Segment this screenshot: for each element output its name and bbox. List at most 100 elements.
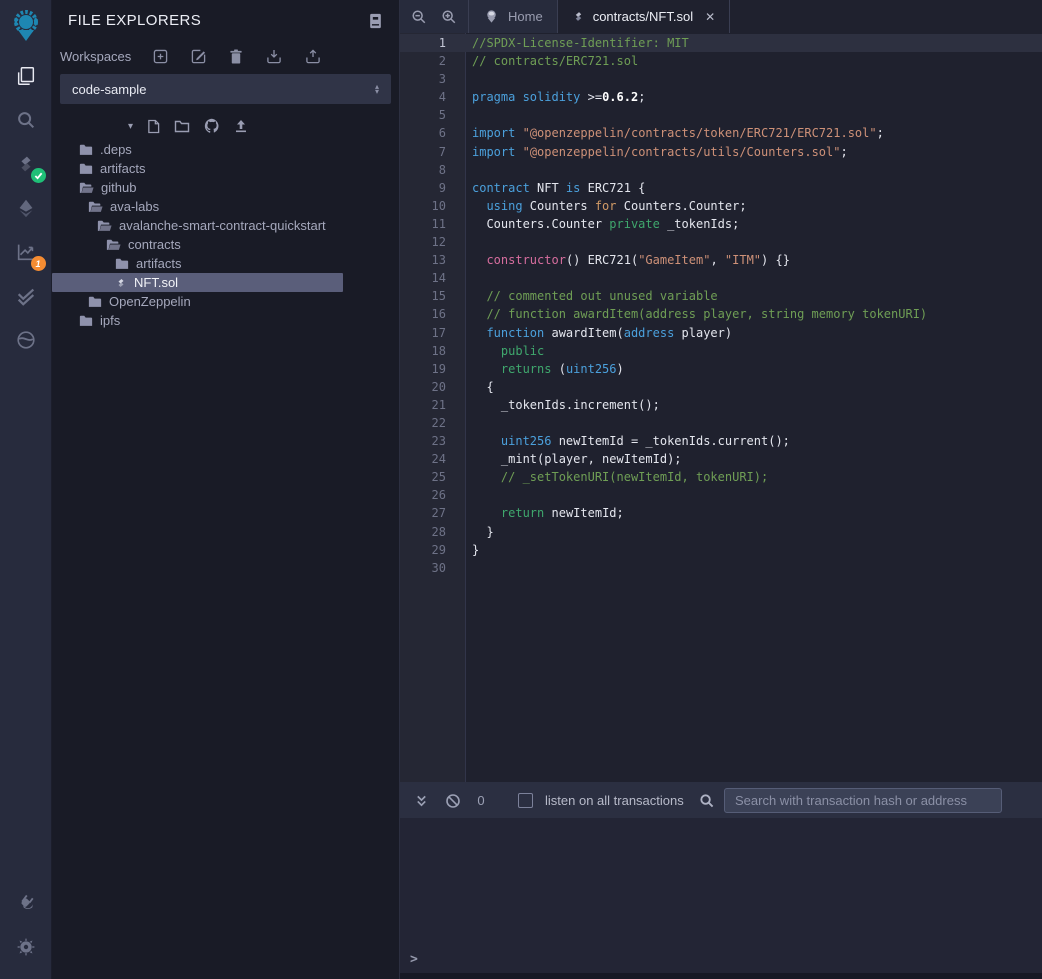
line-content (456, 414, 472, 432)
line-content (456, 161, 472, 179)
line-number: 19 (400, 360, 456, 378)
line-content: import "@openzeppelin/contracts/utils/Co… (456, 143, 848, 161)
code-line-25[interactable]: 25 // _setTokenURI(newItemId, tokenURI); (400, 468, 1042, 486)
line-number: 10 (400, 197, 456, 215)
code-line-15[interactable]: 15 // commented out unused variable (400, 287, 1042, 305)
folder-closed-icon (79, 144, 93, 156)
unit-testing-icon[interactable] (8, 278, 44, 314)
terminal-output[interactable]: > (400, 818, 1042, 979)
download-workspaces-icon[interactable] (266, 49, 282, 64)
folder-closed-icon (88, 296, 102, 308)
code-line-12[interactable]: 12 (400, 233, 1042, 251)
line-content: // _setTokenURI(newItemId, tokenURI); (456, 468, 768, 486)
line-number: 28 (400, 523, 456, 541)
tab-home[interactable]: Home (468, 0, 558, 33)
zoom-out-icon[interactable] (406, 4, 432, 30)
new-folder-icon[interactable] (174, 119, 190, 133)
terminal-search-input[interactable] (724, 788, 1002, 813)
tree-folder-ava-labs[interactable]: ava-labs (52, 197, 343, 216)
analysis-icon[interactable]: 1 (8, 234, 44, 270)
delete-workspace-icon[interactable] (229, 49, 243, 64)
solidity-compiler-icon[interactable] (8, 146, 44, 182)
line-number: 22 (400, 414, 456, 432)
code-line-18[interactable]: 18 public (400, 342, 1042, 360)
folder-open-icon (88, 201, 103, 213)
folder-open-icon (106, 239, 121, 251)
deploy-run-icon[interactable] (8, 190, 44, 226)
line-number: 1 (400, 34, 456, 52)
tab-active-label: contracts/NFT.sol (593, 9, 693, 24)
toggle-terminal-icon[interactable] (410, 790, 432, 812)
code-line-17[interactable]: 17 function awardItem(address player) (400, 324, 1042, 342)
tree-item-label: ava-labs (110, 199, 159, 214)
restore-workspaces-icon[interactable] (305, 49, 321, 64)
new-file-icon[interactable] (147, 119, 160, 134)
code-line-20[interactable]: 20 { (400, 378, 1042, 396)
upload-file-icon[interactable] (234, 119, 248, 133)
code-line-22[interactable]: 22 (400, 414, 1042, 432)
code-line-9[interactable]: 9contract NFT is ERC721 { (400, 179, 1042, 197)
zoom-in-icon[interactable] (436, 4, 462, 30)
close-tab-icon[interactable]: ✕ (705, 10, 715, 24)
code-line-3[interactable]: 3 (400, 70, 1042, 88)
code-line-29[interactable]: 29} (400, 541, 1042, 559)
code-line-16[interactable]: 16 // function awardItem(address player,… (400, 305, 1042, 323)
clear-console-icon[interactable] (442, 790, 464, 812)
tree-folder-artifacts[interactable]: artifacts (52, 254, 343, 273)
line-number: 9 (400, 179, 456, 197)
tree-folder-artifacts[interactable]: artifacts (52, 159, 343, 178)
line-content: public (456, 342, 544, 360)
code-line-4[interactable]: 4pragma solidity >=0.6.2; (400, 88, 1042, 106)
code-line-21[interactable]: 21 _tokenIds.increment(); (400, 396, 1042, 414)
code-line-13[interactable]: 13 constructor() ERC721("GameItem", "ITM… (400, 251, 1042, 269)
plugin-manager-icon[interactable] (8, 885, 44, 921)
tree-file-nft.sol[interactable]: NFT.sol (52, 273, 343, 292)
workspace-select[interactable]: code-sample ▴▾ (60, 74, 391, 104)
docs-book-icon[interactable] (368, 13, 383, 29)
line-number: 8 (400, 161, 456, 179)
code-line-26[interactable]: 26 (400, 486, 1042, 504)
tree-folder-openzeppelin[interactable]: OpenZeppelin (52, 292, 343, 311)
publish-gist-github-icon[interactable] (204, 118, 220, 134)
tree-folder-ipfs[interactable]: ipfs (52, 311, 343, 330)
line-number: 24 (400, 450, 456, 468)
workspaces-label: Workspaces (60, 49, 131, 64)
tree-folder-contracts[interactable]: contracts (52, 235, 343, 254)
settings-gear-icon[interactable] (8, 929, 44, 965)
line-number: 4 (400, 88, 456, 106)
code-line-27[interactable]: 27 return newItemId; (400, 504, 1042, 522)
code-line-28[interactable]: 28 } (400, 523, 1042, 541)
sourcify-icon[interactable] (8, 322, 44, 358)
code-line-7[interactable]: 7import "@openzeppelin/contracts/utils/C… (400, 143, 1042, 161)
code-line-6[interactable]: 6import "@openzeppelin/contracts/token/E… (400, 124, 1042, 142)
code-line-30[interactable]: 30 (400, 559, 1042, 577)
line-content: //SPDX-License-Identifier: MIT (456, 34, 689, 52)
rename-workspace-icon[interactable] (191, 49, 206, 64)
code-line-19[interactable]: 19 returns (uint256) (400, 360, 1042, 378)
code-editor[interactable]: 1//SPDX-License-Identifier: MIT2// contr… (400, 33, 1042, 782)
tree-item-label: artifacts (136, 256, 182, 271)
tree-folder-.deps[interactable]: .deps (52, 140, 343, 159)
code-line-1[interactable]: 1//SPDX-License-Identifier: MIT (400, 34, 1042, 52)
code-line-11[interactable]: 11 Counters.Counter private _tokenIds; (400, 215, 1042, 233)
search-icon[interactable] (8, 102, 44, 138)
remix-logo-icon[interactable] (8, 8, 44, 44)
tree-item-label: avalanche-smart-contract-quickstart (119, 218, 326, 233)
file-explorer-icon[interactable] (8, 58, 44, 94)
listen-transactions-checkbox[interactable] (518, 793, 533, 808)
code-line-24[interactable]: 24 _mint(player, newItemId); (400, 450, 1042, 468)
collapse-tree-icon[interactable]: ▾ (128, 121, 133, 132)
line-number: 2 (400, 52, 456, 70)
code-line-10[interactable]: 10 using Counters for Counters.Counter; (400, 197, 1042, 215)
code-line-23[interactable]: 23 uint256 newItemId = _tokenIds.current… (400, 432, 1042, 450)
tab-contracts-nft-sol[interactable]: contracts/NFT.sol ✕ (558, 0, 730, 33)
create-workspace-icon[interactable] (153, 49, 168, 64)
tree-folder-avalanche-smart-contract-quickstart[interactable]: avalanche-smart-contract-quickstart (52, 216, 343, 235)
code-line-8[interactable]: 8 (400, 161, 1042, 179)
code-line-2[interactable]: 2// contracts/ERC721.sol (400, 52, 1042, 70)
line-content: } (456, 523, 494, 541)
code-line-14[interactable]: 14 (400, 269, 1042, 287)
code-line-5[interactable]: 5 (400, 106, 1042, 124)
panel-title: FILE EXPLORERS (68, 12, 201, 29)
tree-folder-github[interactable]: github (52, 178, 343, 197)
